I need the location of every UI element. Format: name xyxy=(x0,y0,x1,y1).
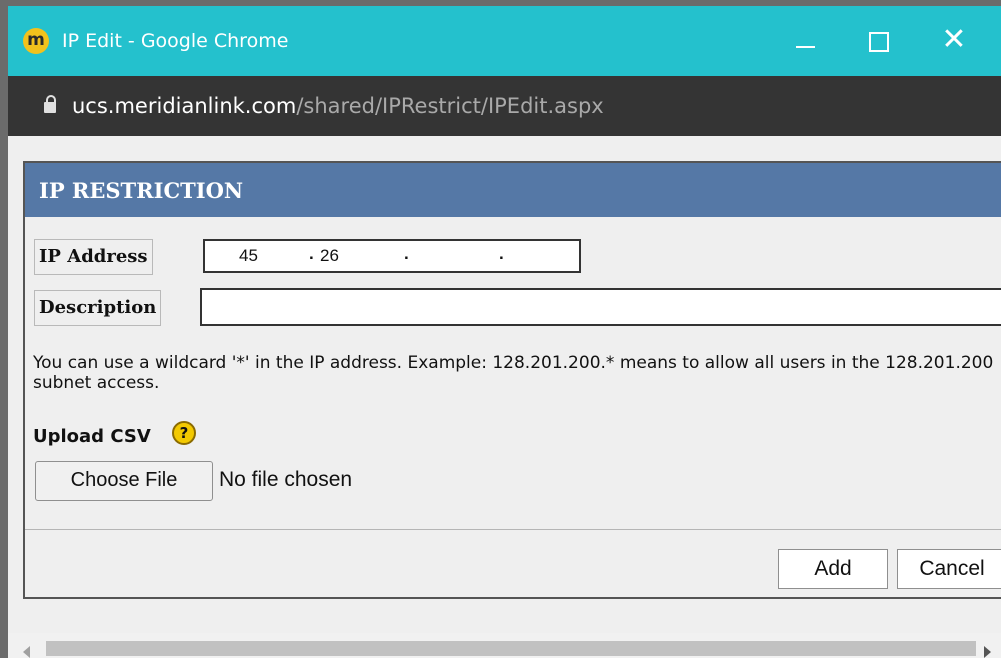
url-text[interactable]: ucs.meridianlink.com/shared/IPRestrict/I… xyxy=(72,90,604,122)
dialog-divider xyxy=(25,529,1001,530)
ip-octet-2[interactable]: 26 xyxy=(320,241,339,271)
title-bar: m IP Edit - Google Chrome ✕ xyxy=(8,6,1001,76)
ip-address-field[interactable]: 45 . 26 . . xyxy=(203,239,581,273)
ip-address-label: IP Address xyxy=(34,239,153,275)
upload-csv-label: Upload CSV xyxy=(33,426,151,447)
description-field[interactable] xyxy=(200,288,1001,326)
meridianlink-logo-icon: m xyxy=(23,28,49,54)
url-host: ucs.meridianlink.com xyxy=(72,94,297,118)
file-status-text: No file chosen xyxy=(219,468,353,491)
choose-file-button[interactable]: Choose File xyxy=(35,461,213,501)
maximize-icon xyxy=(869,32,889,52)
maximize-button[interactable] xyxy=(854,20,904,62)
minimize-button[interactable] xyxy=(780,20,830,62)
window-title: IP Edit - Google Chrome xyxy=(62,30,289,52)
add-button[interactable]: Add xyxy=(778,549,888,589)
horizontal-scrollbar[interactable] xyxy=(8,633,1001,658)
browser-window: m IP Edit - Google Chrome ✕ ucs.meridian… xyxy=(8,6,1001,658)
ip-dot: . xyxy=(309,244,314,263)
description-label: Description xyxy=(34,290,162,326)
scrollbar-thumb[interactable] xyxy=(46,641,976,656)
dialog-title: IP RESTRICTION xyxy=(39,178,244,203)
address-bar[interactable]: ucs.meridianlink.com/shared/IPRestrict/I… xyxy=(8,76,1001,136)
help-icon[interactable]: ? xyxy=(172,421,196,445)
ip-dot: . xyxy=(499,244,504,263)
close-button[interactable]: ✕ xyxy=(929,20,979,62)
ip-dot: . xyxy=(404,244,409,263)
url-path: /shared/IPRestrict/IPEdit.aspx xyxy=(296,94,604,118)
ip-restriction-dialog: IP RESTRICTION IP Address 45 . 26 . . De… xyxy=(23,161,1001,599)
cancel-button[interactable]: Cancel xyxy=(897,549,1001,589)
minimize-icon xyxy=(795,46,815,48)
close-icon: ✕ xyxy=(941,22,967,57)
scroll-right-icon[interactable] xyxy=(984,646,991,658)
ip-octet-1[interactable]: 45 xyxy=(239,241,258,271)
dialog-header: IP RESTRICTION xyxy=(25,163,1001,217)
wildcard-help-text: You can use a wildcard '*' in the IP add… xyxy=(33,353,994,393)
scroll-left-icon[interactable] xyxy=(23,646,30,658)
lock-icon xyxy=(44,95,56,113)
